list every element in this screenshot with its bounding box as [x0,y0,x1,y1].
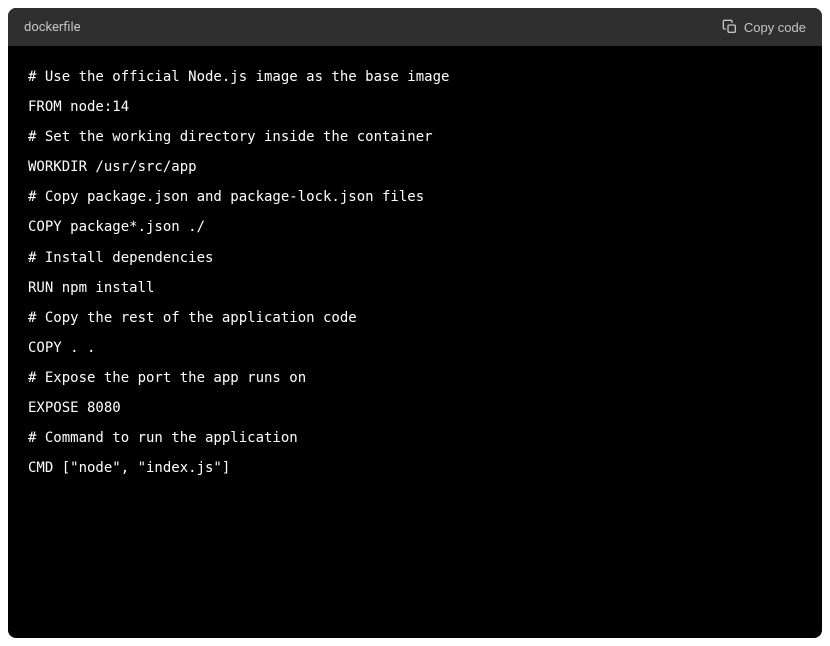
code-line: FROM node:14 [28,92,802,122]
code-line: # Set the working directory inside the c… [28,122,802,152]
code-line: CMD ["node", "index.js"] [28,453,802,483]
language-label: dockerfile [24,20,81,35]
code-line: # Command to run the application [28,423,802,453]
code-line: # Copy the rest of the application code [28,303,802,333]
code-block-container: dockerfile Copy code # Use the official … [8,8,822,638]
code-line: # Copy package.json and package-lock.jso… [28,182,802,212]
code-line: WORKDIR /usr/src/app [28,152,802,182]
code-line: COPY . . [28,333,802,363]
copy-code-button[interactable]: Copy code [722,15,806,39]
code-line: # Install dependencies [28,243,802,273]
code-line: RUN npm install [28,273,802,303]
code-line: # Use the official Node.js image as the … [28,62,802,92]
code-line: EXPOSE 8080 [28,393,802,423]
code-header: dockerfile Copy code [8,8,822,46]
code-content[interactable]: # Use the official Node.js image as the … [8,46,822,499]
code-line: # Expose the port the app runs on [28,363,802,393]
copy-icon [722,19,738,35]
code-line: COPY package*.json ./ [28,212,802,242]
copy-button-label: Copy code [744,20,806,35]
